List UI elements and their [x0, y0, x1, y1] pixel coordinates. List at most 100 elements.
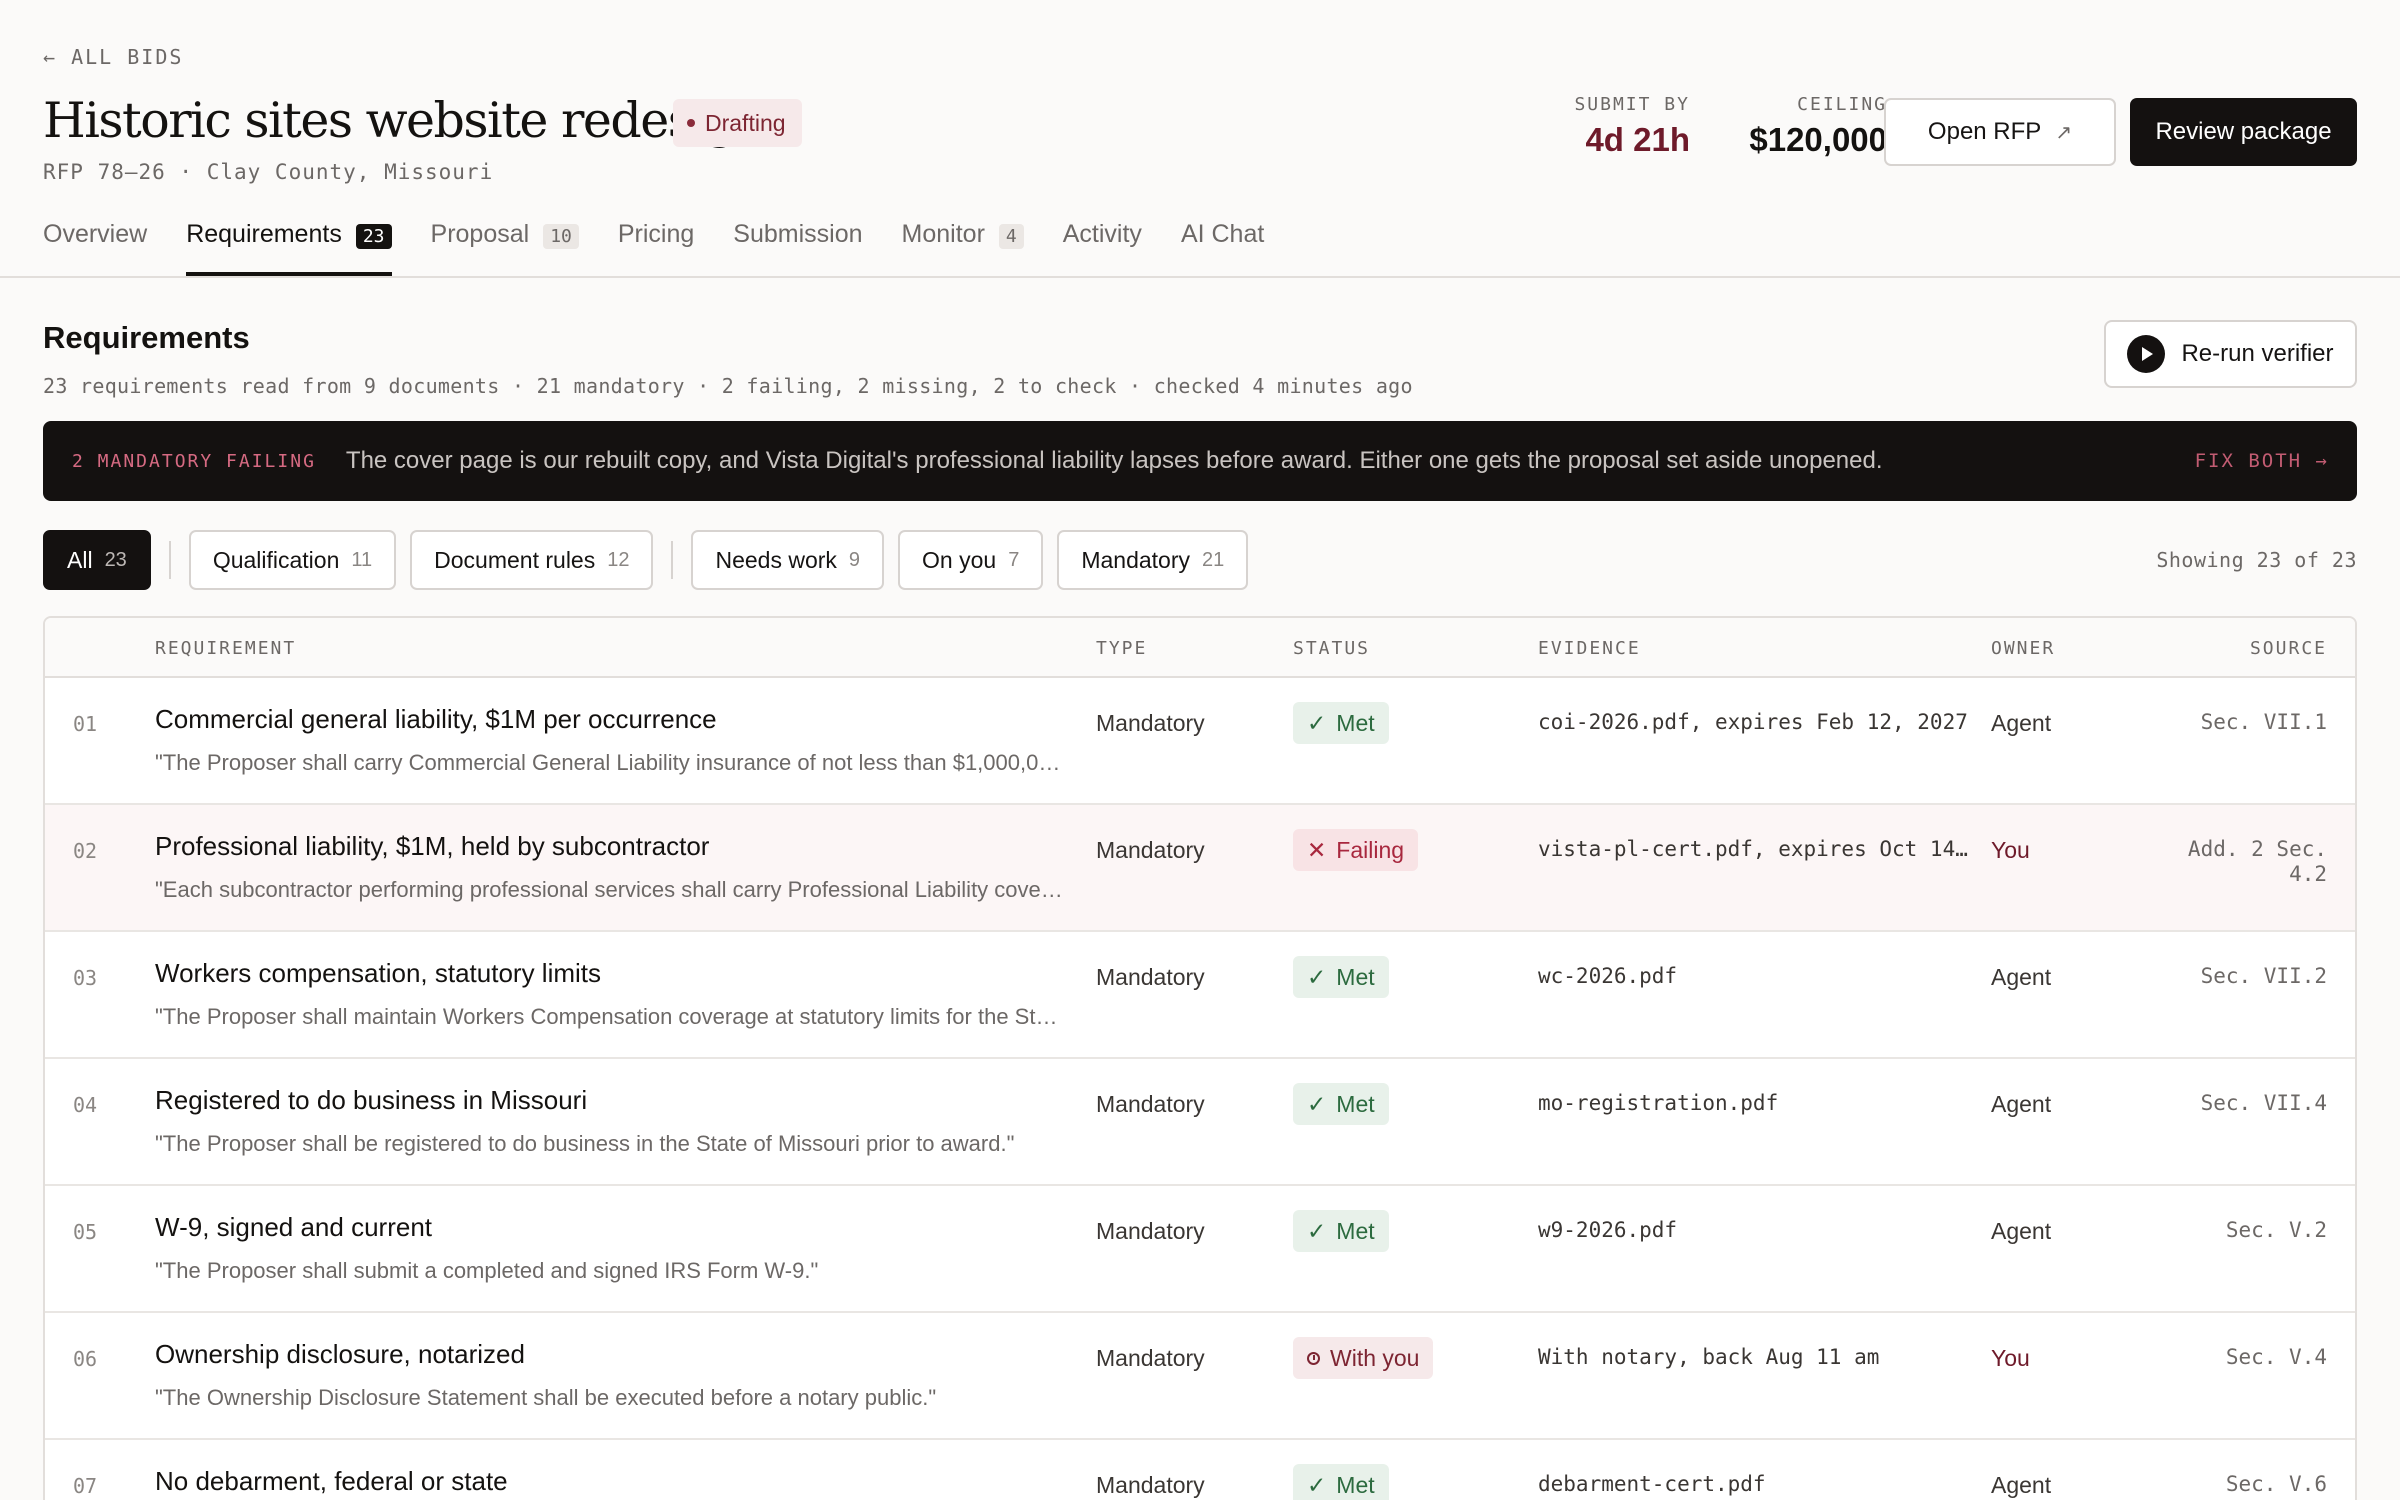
- requirement-title: Professional liability, $1M, held by sub…: [155, 831, 710, 861]
- filter-on-you[interactable]: On you 7: [898, 530, 1044, 590]
- filter-label: On you: [922, 546, 997, 573]
- evidence-link[interactable]: w9-2026.pdf: [1538, 1218, 1968, 1242]
- evidence-link[interactable]: coi-2026.pdf, expires Feb 12, 2027: [1538, 710, 1968, 734]
- status-badge: ✓ Met: [1293, 956, 1389, 998]
- status-badge: With you: [1293, 1337, 1434, 1379]
- source-ref[interactable]: Sec. VII.2: [2167, 964, 2327, 989]
- status-label: Failing: [1336, 836, 1405, 863]
- requirement-type: Mandatory: [1096, 710, 1205, 736]
- open-rfp-button[interactable]: Open RFP ↗: [1884, 98, 2116, 166]
- filter-label: Needs work: [715, 546, 837, 573]
- status-label: With you: [1330, 1344, 1420, 1371]
- filter-document-rules[interactable]: Document rules 12: [410, 530, 654, 590]
- tab-label: Monitor: [901, 220, 985, 248]
- requirement-quote: "The Ownership Disclosure Statement shal…: [155, 1385, 937, 1410]
- section-meta: 23 requirements read from 9 documents · …: [43, 374, 1413, 398]
- filter-needs-work[interactable]: Needs work 9: [691, 530, 885, 590]
- requirements-table: REQUIREMENT TYPE STATUS EVIDENCE OWNER S…: [43, 616, 2357, 1500]
- status-badge: ✓ Met: [1293, 1464, 1389, 1500]
- evidence-link[interactable]: debarment-cert.pdf: [1538, 1472, 1968, 1496]
- filter-count: 23: [104, 548, 127, 571]
- tab-activity[interactable]: Activity: [1063, 210, 1142, 276]
- source-ref[interactable]: Add. 2 Sec. 4.2: [2167, 837, 2327, 887]
- owner: You: [1991, 1345, 2030, 1371]
- requirement-title: Workers compensation, statutory limits: [155, 958, 601, 988]
- tab-monitor[interactable]: Monitor 4: [902, 210, 1024, 276]
- open-rfp-label: Open RFP: [1927, 118, 2042, 145]
- tab-overview[interactable]: Overview: [43, 210, 147, 276]
- evidence-link[interactable]: wc-2026.pdf: [1538, 964, 1968, 988]
- status-badge: Drafting: [673, 99, 802, 147]
- check-icon: ✓: [1307, 1090, 1327, 1117]
- filter-mandatory[interactable]: Mandatory 21: [1057, 530, 1249, 590]
- check-icon: ✓: [1307, 1217, 1327, 1244]
- tab-label: Requirements: [186, 220, 342, 248]
- owner: Agent: [1991, 1218, 2052, 1244]
- tab-pricing[interactable]: Pricing: [618, 210, 694, 276]
- status-label: Met: [1336, 1090, 1375, 1117]
- submit-by-stat: SUBMIT BY 4d 21h: [1574, 94, 1690, 159]
- requirements-section: Requirements 23 requirements read from 9…: [43, 320, 2357, 398]
- requirement-title: Ownership disclosure, notarized: [155, 1339, 525, 1369]
- tab-submission[interactable]: Submission: [733, 210, 862, 276]
- owner: Agent: [1991, 1091, 2052, 1117]
- source-ref[interactable]: Sec. V.4: [2167, 1345, 2327, 1370]
- tab-count-badge: 23: [355, 224, 392, 249]
- filter-label: Document rules: [434, 546, 596, 573]
- table-row[interactable]: 04 Registered to do business in Missouri…: [45, 1059, 2355, 1186]
- clock-icon: [1307, 1351, 1320, 1365]
- requirement-quote: "The Proposer shall maintain Workers Com…: [155, 1004, 1065, 1029]
- tab-ai-chat[interactable]: AI Chat: [1181, 210, 1264, 276]
- evidence-link[interactable]: mo-registration.pdf: [1538, 1091, 1968, 1115]
- filter-divider: [168, 541, 171, 579]
- column-header-status[interactable]: STATUS: [1293, 638, 1370, 659]
- ceiling-value: $120,000: [1749, 121, 1887, 158]
- tab-proposal[interactable]: Proposal 10: [431, 210, 579, 276]
- column-header-requirement[interactable]: REQUIREMENT: [155, 638, 296, 659]
- row-number: 07: [73, 1474, 98, 1498]
- rerun-verifier-label: Re-run verifier: [2181, 340, 2334, 367]
- table-row[interactable]: 01 Commercial general liability, $1M per…: [45, 678, 2355, 805]
- page-title: Historic sites website redesign: [43, 92, 767, 149]
- alert-tag: 2 MANDATORY FAILING: [72, 450, 316, 472]
- fix-both-link[interactable]: FIX BOTH →: [2195, 450, 2329, 472]
- table-row[interactable]: 06 Ownership disclosure, notarized "The …: [45, 1313, 2355, 1440]
- status-label: Met: [1336, 963, 1375, 990]
- tab-requirements[interactable]: Requirements 23: [186, 210, 392, 276]
- requirement-type: Mandatory: [1096, 1091, 1205, 1117]
- source-ref[interactable]: Sec. VII.1: [2167, 710, 2327, 735]
- header-divider: [0, 276, 2400, 278]
- source-ref[interactable]: Sec. V.2: [2167, 1218, 2327, 1243]
- column-header-type[interactable]: TYPE: [1096, 638, 1147, 659]
- rerun-verifier-button[interactable]: Re-run verifier: [2104, 320, 2357, 388]
- play-icon: [2127, 335, 2166, 373]
- filter-all[interactable]: All 23: [43, 530, 151, 590]
- table-row[interactable]: 02 Professional liability, $1M, held by …: [45, 805, 2355, 932]
- column-header-owner[interactable]: OWNER: [1991, 638, 2055, 659]
- ceiling-label: CEILING: [1797, 94, 1887, 115]
- table-row[interactable]: 03 Workers compensation, statutory limit…: [45, 932, 2355, 1059]
- source-ref[interactable]: Sec. V.6: [2167, 1472, 2327, 1497]
- row-number: 04: [73, 1093, 98, 1117]
- rfp-subtitle: RFP 78–26 · Clay County, Missouri: [43, 160, 494, 184]
- filter-bar: All 23 Qualification 11 Document rules 1…: [43, 530, 1249, 590]
- evidence-link[interactable]: vista-pl-cert.pdf, expires Oct 14, 2025: [1538, 837, 1968, 861]
- filter-count: 9: [848, 548, 861, 571]
- status-label: Met: [1336, 709, 1375, 736]
- tab-count-badge: 10: [543, 224, 579, 249]
- source-ref[interactable]: Sec. VII.4: [2167, 1091, 2327, 1116]
- filter-qualification[interactable]: Qualification 11: [188, 530, 397, 590]
- check-icon: ✓: [1307, 963, 1327, 990]
- row-number: 03: [73, 966, 98, 990]
- requirement-type: Mandatory: [1096, 1345, 1205, 1371]
- column-header-source[interactable]: SOURCE: [2250, 638, 2327, 659]
- tab-label: Pricing: [617, 220, 695, 248]
- column-header-evidence[interactable]: EVIDENCE: [1538, 638, 1641, 659]
- status-label: Met: [1336, 1217, 1375, 1244]
- table-row[interactable]: 05 W-9, signed and current "The Proposer…: [45, 1186, 2355, 1313]
- status-label: Met: [1336, 1471, 1375, 1498]
- table-row[interactable]: 07 No debarment, federal or state Mandat…: [45, 1440, 2355, 1500]
- all-bids-link[interactable]: ← ALL BIDS: [43, 45, 183, 69]
- review-package-button[interactable]: Review package: [2130, 98, 2357, 166]
- tab-label: Submission: [733, 220, 863, 248]
